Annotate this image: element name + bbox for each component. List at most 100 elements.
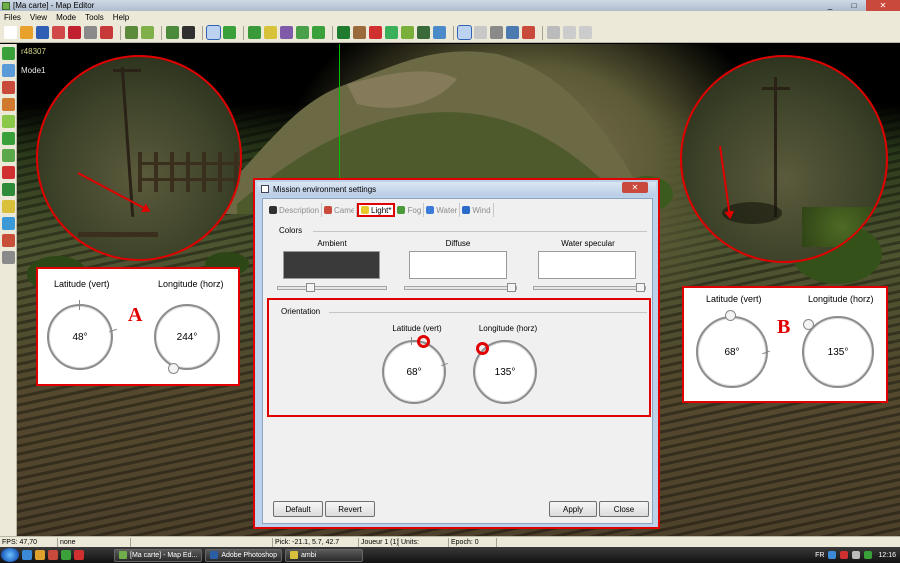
toolbar-tool-icon[interactable] — [68, 26, 81, 39]
toolbar-tool-icon[interactable] — [547, 26, 560, 39]
latitude-handle-highlight[interactable] — [417, 335, 430, 348]
toolbar-tool-icon[interactable] — [125, 26, 138, 39]
close-window-button[interactable]: ✕ — [866, 0, 900, 11]
toolbar-tool-icon[interactable] — [52, 26, 65, 39]
task-map-editor[interactable]: [Ma carte] - Map Ed... — [114, 548, 203, 562]
lightbulb-icon — [361, 206, 370, 214]
latitude-dial[interactable]: 68° — [382, 340, 446, 404]
object-palette-icon[interactable] — [1, 183, 15, 196]
object-palette-icon[interactable] — [1, 98, 15, 111]
object-palette-icon[interactable] — [1, 64, 15, 77]
object-palette-icon[interactable] — [1, 81, 15, 94]
task-ambi[interactable]: ambi — [284, 548, 363, 562]
object-palette-icon[interactable] — [1, 217, 15, 230]
object-palette-icon[interactable] — [1, 234, 15, 247]
diffuse-color-swatch[interactable] — [409, 251, 507, 279]
water-specular-color-swatch[interactable] — [538, 251, 636, 279]
toolbar-tool-icon[interactable] — [506, 26, 519, 39]
toolbar-tool-icon[interactable] — [474, 26, 487, 39]
ambient-color-swatch[interactable] — [283, 251, 380, 279]
toolbar-tool-icon[interactable] — [36, 26, 49, 39]
toolbar-tool-icon[interactable] — [579, 26, 592, 39]
object-palette-icon[interactable] — [1, 149, 15, 162]
toolbar-tool-icon[interactable] — [84, 26, 97, 39]
toolbar-tool-icon[interactable] — [433, 26, 446, 39]
tab-label: Camera — [334, 205, 355, 215]
menu-view[interactable]: View — [30, 13, 47, 22]
toolbar-tool-icon[interactable] — [4, 26, 17, 39]
toolbar-tool-icon[interactable] — [296, 26, 309, 39]
dialog-close-icon[interactable]: ✕ — [622, 182, 648, 193]
toolbar-tool-icon[interactable] — [206, 25, 221, 40]
toolbar-tool-icon[interactable] — [417, 26, 430, 39]
tab-wind[interactable]: Wind — [460, 203, 494, 217]
toolbar-tool-icon[interactable] — [401, 26, 414, 39]
object-palette-icon[interactable] — [1, 200, 15, 213]
longitude-handle-highlight[interactable] — [476, 342, 489, 355]
toolbar-tool-icon[interactable] — [312, 26, 325, 39]
tab-camera[interactable]: Camera — [322, 203, 358, 217]
toolbar-separator — [332, 25, 333, 40]
menu-mode[interactable]: Mode — [56, 13, 76, 22]
mission-environment-dialog: Mission environment settings ✕ Descripti… — [253, 178, 660, 529]
toolbar-tool-icon[interactable] — [490, 26, 503, 39]
apply-button[interactable]: Apply — [549, 501, 597, 517]
toolbar-tool-icon[interactable] — [100, 26, 113, 39]
object-palette-icon[interactable] — [1, 115, 15, 128]
toolbar-tool-icon[interactable] — [369, 26, 382, 39]
toolbar-tool-icon[interactable] — [353, 26, 366, 39]
ambient-intensity-slider[interactable] — [277, 286, 387, 290]
toolbar-tool-icon[interactable] — [563, 26, 576, 39]
toolbar-tool-icon[interactable] — [20, 26, 33, 39]
quicklaunch-app-icon[interactable] — [61, 550, 71, 560]
object-palette-icon[interactable] — [1, 132, 15, 145]
language-indicator[interactable]: FR — [815, 552, 824, 559]
system-tray: FR 12:16 — [815, 551, 900, 559]
menu-help[interactable]: Help — [113, 13, 129, 22]
object-palette-icon[interactable] — [1, 166, 15, 179]
status-pick: Pick: -21.1, 5.7, 42.7 — [273, 537, 359, 547]
toolbar-tool-icon[interactable] — [182, 26, 195, 39]
menu-files[interactable]: Files — [4, 13, 21, 22]
menu-tools[interactable]: Tools — [85, 13, 104, 22]
revert-button[interactable]: Revert — [325, 501, 375, 517]
start-button[interactable] — [1, 548, 19, 562]
toolbar-tool-icon[interactable] — [457, 25, 472, 40]
diffuse-intensity-slider[interactable] — [404, 286, 517, 290]
volume-icon[interactable] — [852, 551, 861, 559]
network-icon[interactable] — [828, 551, 837, 559]
toolbar-tool-icon[interactable] — [280, 26, 293, 39]
tray-app-icon[interactable] — [864, 551, 873, 559]
minimize-button[interactable]: _ — [818, 0, 842, 11]
toolbar-tool-icon[interactable] — [522, 26, 535, 39]
object-palette-icon[interactable] — [1, 251, 15, 264]
callout-a-longitude-handle — [168, 363, 179, 374]
tab-water[interactable]: Water — [424, 203, 461, 217]
tab-fog[interactable]: Fog — [395, 203, 425, 217]
tab-description[interactable]: Description — [267, 203, 323, 217]
toolbar-tool-icon[interactable] — [337, 26, 350, 39]
object-palette-icon[interactable] — [1, 47, 15, 60]
toolbar-tool-icon[interactable] — [385, 26, 398, 39]
ambient-slider-thumb[interactable] — [306, 283, 315, 292]
close-button[interactable]: Close — [599, 501, 649, 517]
diffuse-slider-thumb[interactable] — [507, 283, 516, 292]
specular-intensity-slider[interactable] — [533, 286, 646, 290]
quicklaunch-app-icon[interactable] — [74, 550, 84, 560]
specular-slider-thumb[interactable] — [636, 283, 645, 292]
tab-label: Fog — [407, 205, 422, 215]
quicklaunch-app-icon[interactable] — [48, 550, 58, 560]
security-icon[interactable] — [840, 551, 849, 559]
task-photoshop[interactable]: Adobe Photoshop — [205, 548, 282, 562]
default-button[interactable]: Default — [273, 501, 323, 517]
tab-light[interactable]: Light* — [357, 203, 396, 217]
quicklaunch-folder-icon[interactable] — [35, 550, 45, 560]
clock[interactable]: 12:16 — [878, 552, 896, 559]
toolbar-tool-icon[interactable] — [248, 26, 261, 39]
quicklaunch-ie-icon[interactable] — [22, 550, 32, 560]
maximize-button[interactable]: □ — [842, 0, 866, 11]
toolbar-tool-icon[interactable] — [223, 26, 236, 39]
toolbar-tool-icon[interactable] — [166, 26, 179, 39]
toolbar-tool-icon[interactable] — [141, 26, 154, 39]
toolbar-tool-icon[interactable] — [264, 26, 277, 39]
